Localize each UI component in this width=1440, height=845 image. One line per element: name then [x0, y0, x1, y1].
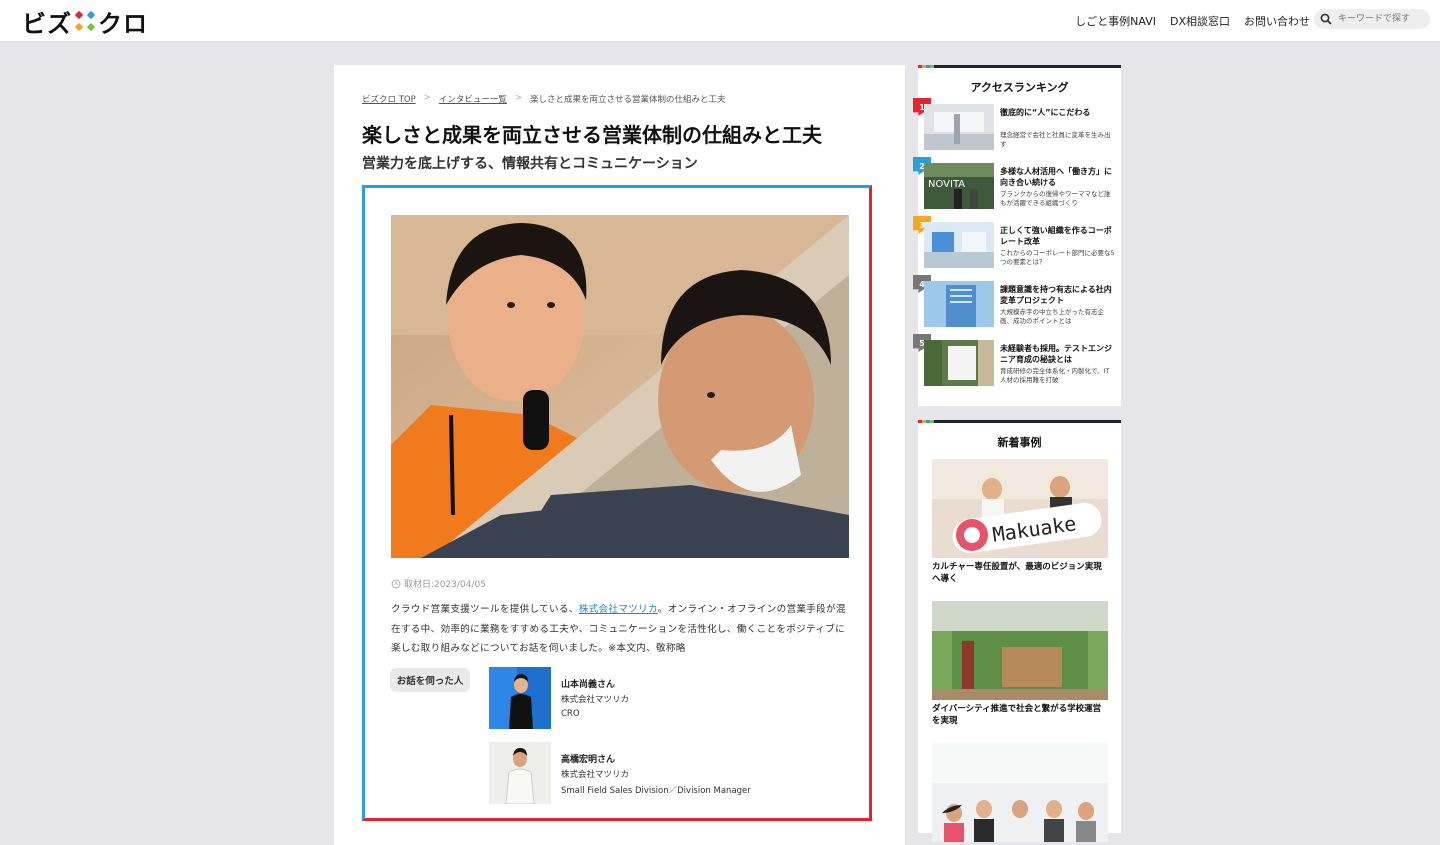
- article-subtitle: 営業力を底上げする、情報共有とコミュニケーション: [362, 156, 698, 172]
- company-link[interactable]: 株式会社マツリカ: [579, 604, 658, 615]
- nav-dx-consult[interactable]: DX相談窓口: [1170, 13, 1230, 29]
- interviewee-company: 株式会社マツリカ: [561, 770, 630, 780]
- site-header: ビズ クロ しごと事例NAVI DX相談窓口 お問い合わせ: [0, 0, 1440, 42]
- interviewee-role: CRO: [561, 709, 580, 719]
- ranking-item[interactable]: 5 未経験者も採用。テストエンジニア育成の秘訣とは 育成研修の完全体系化・内製化…: [913, 334, 1121, 392]
- interviewee-name: 山本尚義さん: [561, 680, 616, 690]
- ranking-thumbnail: [924, 281, 994, 327]
- new-case-title: ダイバーシティ推進で社会と繋がる学校運営を実現: [932, 704, 1102, 726]
- interviewee-name: 高橋宏明さん: [561, 755, 616, 765]
- site-logo[interactable]: ビズ クロ: [22, 6, 148, 38]
- nav-shigoto-navi[interactable]: しごと事例NAVI: [1075, 13, 1156, 29]
- global-nav: しごと事例NAVI DX相談窓口 お問い合わせ: [1075, 0, 1310, 41]
- interviewee-label: お話を伺った人: [390, 668, 470, 692]
- ranking-item-title: 正しくて強い組織を作るコーポレート改革: [1000, 226, 1112, 246]
- ranking-thumbnail: [924, 340, 994, 386]
- new-case-item[interactable]: ダイバーシティ推進で社会と繋がる学校運営を実現: [932, 601, 1108, 727]
- ranking-thumbnail: [924, 222, 994, 268]
- new-case-item[interactable]: [932, 743, 1108, 842]
- clock-icon: [391, 579, 401, 588]
- ranking-thumbnail: NOVITA: [924, 163, 994, 209]
- breadcrumb-separator-icon: >: [514, 93, 522, 103]
- ranking-thumbnail: [924, 104, 994, 150]
- interviewee-card: 山本尚義さん 株式会社マツリカ CRO: [489, 667, 829, 731]
- ranking-item[interactable]: 1 徹底的に“人”にこだわる 理念経営で会社と社員に変革を生み出す: [913, 98, 1121, 156]
- interview-date-text: 取材日:2023/04/05: [404, 580, 486, 590]
- ranking-item-title: 課題意識を持つ有志による社内変革プロジェクト: [1000, 285, 1112, 305]
- interviewee-photo: [489, 742, 551, 804]
- ranking-item-desc: ブランクからの復帰やワーママなど誰もが活躍できる組織づくり: [1000, 190, 1111, 207]
- logo-cross-icon: [74, 10, 96, 32]
- logo-text-left: ビズ: [22, 9, 72, 38]
- interviewee-role: Small Field Sales Division／Division Mana…: [561, 786, 751, 796]
- new-case-thumbnail: Makuake: [932, 459, 1108, 558]
- breadcrumb: ビズクロ TOP > インタビュー一覧 > 楽しさと成果を両立させる営業体制の仕…: [362, 93, 726, 105]
- article-feature-frame: 取材日:2023/04/05 クラウド営業支援ツールを提供している、株式会社マツ…: [362, 185, 872, 821]
- breadcrumb-top[interactable]: ビズクロ TOP: [362, 93, 416, 105]
- search-box[interactable]: [1314, 9, 1430, 29]
- hero-photo: [391, 215, 849, 558]
- interviewee-company: 株式会社マツリカ: [561, 695, 630, 705]
- new-case-title: カルチャー専任設置が、最適のビジョン実現へ導く: [932, 562, 1102, 584]
- ranking-item[interactable]: 4 課題意識を持つ有志による社内変革プロジェクト 大規模赤字の中立ち上がった有志…: [913, 275, 1121, 333]
- nav-contact[interactable]: お問い合わせ: [1244, 13, 1310, 29]
- ranking-item-title: 多様な人材活用へ「働き方」に向き合い続ける: [1000, 167, 1112, 187]
- new-cases: 新着事例 Makuake カルチャー専任設置が、最適のビジョン実現へ導く ダイバ…: [918, 420, 1121, 842]
- new-cases-title: 新着事例: [997, 436, 1042, 449]
- search-icon: [1320, 13, 1332, 25]
- breadcrumb-interviews[interactable]: インタビュー一覧: [439, 93, 507, 105]
- ranking-item-desc: これからのコーポレート部門に必要な5つの要素とは？: [1000, 249, 1115, 266]
- new-case-item[interactable]: Makuake カルチャー専任設置が、最適のビジョン実現へ導く: [932, 459, 1108, 585]
- ranking-item[interactable]: 3 正しくて強い組織を作るコーポレート改革 これからのコーポレート部門に必要な5…: [913, 216, 1121, 274]
- ranking-item-title: 徹底的に“人”にこだわる: [1000, 108, 1091, 117]
- ranking-item[interactable]: 2 NOVITA 多様な人材活用へ「働き方」に向き合い続ける ブランクからの復帰…: [913, 157, 1121, 215]
- svg-text:NOVITA: NOVITA: [928, 179, 965, 190]
- interviewee-photo: [489, 667, 551, 729]
- ranking-item-desc: 育成研修の完全体系化・内製化で、IT人材の採用難を打破: [1000, 367, 1110, 384]
- article-card: ビズクロ TOP > インタビュー一覧 > 楽しさと成果を両立させる営業体制の仕…: [334, 65, 905, 845]
- ranking-item-desc: 大規模赤字の中立ち上がった有志企画、成功のポイントとは: [1000, 308, 1104, 325]
- ranking-item-title: 未経験者も採用。テストエンジニア育成の秘訣とは: [1000, 344, 1112, 364]
- lead-text-before: クラウド営業支援ツールを提供している、: [391, 604, 579, 615]
- breadcrumb-current: 楽しさと成果を両立させる営業体制の仕組みと工夫: [529, 95, 726, 105]
- breadcrumb-separator-icon: >: [423, 93, 431, 103]
- new-case-thumbnail: [932, 601, 1108, 700]
- access-ranking: アクセスランキング 1 徹底的に“人”にこだわる 理念経営で会社と社員に変革を生…: [913, 65, 1121, 406]
- search-input[interactable]: [1336, 13, 1426, 25]
- interview-date: 取材日:2023/04/05: [391, 577, 486, 590]
- ranking-item-desc: 理念経営で会社と社員に変革を生み出す: [1000, 131, 1111, 148]
- interviewee-card: 高橋宏明さん 株式会社マツリカ Small Field Sales Divisi…: [489, 742, 829, 806]
- article-title: 楽しさと成果を両立させる営業体制の仕組みと工夫: [362, 123, 822, 147]
- ranking-title: アクセスランキング: [970, 81, 1069, 94]
- logo-text-right: クロ: [98, 9, 148, 38]
- section-stripe: [918, 65, 1121, 68]
- article-lead: クラウド営業支援ツールを提供している、株式会社マツリカ。オンライン・オフラインの…: [391, 600, 851, 659]
- new-case-thumbnail: [932, 743, 1108, 842]
- section-stripe: [918, 420, 1121, 423]
